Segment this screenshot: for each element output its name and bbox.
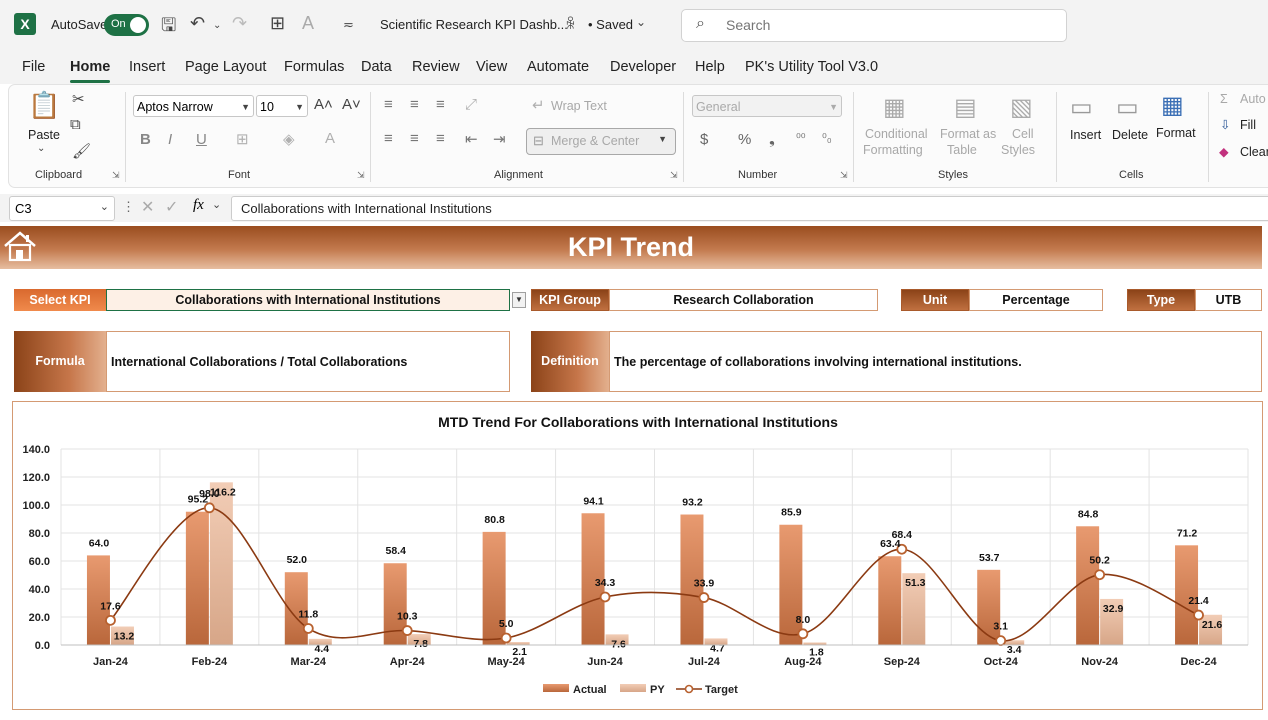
actual-data-label: 64.0 (89, 537, 110, 549)
target-data-label: 50.2 (1089, 555, 1110, 567)
target-data-label: 11.8 (298, 608, 318, 620)
target-data-label: 10.3 (397, 611, 418, 623)
target-point[interactable] (302, 623, 314, 634)
legend-actual-swatch (543, 684, 569, 692)
actual-data-label: 84.8 (1078, 508, 1099, 520)
actual-data-label: 52.0 (287, 554, 308, 566)
x-tick-label: Aug-24 (784, 656, 822, 668)
legend-target-marker (684, 684, 694, 694)
legend-py-swatch (620, 684, 646, 692)
y-tick-label: 80.0 (29, 528, 50, 540)
legend-actual-label: Actual (573, 684, 607, 696)
x-tick-label: Apr-24 (390, 656, 426, 668)
target-point[interactable] (797, 628, 809, 640)
actual-bar[interactable] (878, 556, 902, 645)
y-tick-label: 60.0 (29, 556, 50, 568)
py-data-label: 21.6 (1202, 619, 1223, 631)
x-tick-label: Feb-24 (192, 656, 228, 668)
target-data-label: 5.0 (499, 618, 514, 630)
target-data-label: 68.4 (892, 529, 913, 541)
target-point[interactable] (1094, 569, 1106, 581)
target-point[interactable] (401, 625, 413, 636)
chart-title: MTD Trend For Collaborations with Intern… (438, 414, 838, 430)
actual-bar[interactable] (185, 511, 209, 645)
y-tick-label: 120.0 (22, 472, 50, 484)
x-tick-label: Jun-24 (587, 656, 623, 668)
actual-data-label: 94.1 (583, 495, 604, 507)
py-data-label: 32.9 (1103, 603, 1124, 615)
actual-bar[interactable] (977, 569, 1001, 645)
x-tick-label: Oct-24 (984, 656, 1019, 668)
py-data-label: 7.6 (611, 638, 626, 650)
mtd-trend-chart: MTD Trend For Collaborations with Intern… (22, 414, 1249, 696)
x-tick-label: Sep-24 (884, 656, 921, 668)
py-data-label: 3.4 (1007, 644, 1022, 656)
target-data-label: 33.9 (694, 578, 715, 590)
target-data-label: 17.6 (100, 600, 121, 612)
target-point[interactable] (698, 592, 710, 603)
target-data-label: 34.3 (595, 577, 616, 589)
actual-bar[interactable] (1076, 526, 1100, 645)
py-data-label: 13.2 (114, 631, 135, 643)
legend-py-label: PY (650, 684, 665, 696)
target-point[interactable] (995, 635, 1007, 647)
target-data-label: 98.0 (199, 488, 220, 500)
target-data-label: 8.0 (796, 614, 811, 626)
actual-data-label: 53.7 (979, 552, 1000, 564)
actual-data-label: 85.9 (781, 507, 802, 519)
x-tick-label: Mar-24 (291, 656, 327, 668)
x-tick-label: Dec-24 (1181, 656, 1218, 668)
y-tick-label: 40.0 (29, 584, 50, 596)
actual-bar[interactable] (779, 524, 803, 645)
py-data-label: 4.7 (710, 642, 725, 654)
actual-data-label: 80.8 (484, 514, 505, 526)
target-point[interactable] (599, 591, 611, 603)
x-tick-label: Nov-24 (1081, 656, 1119, 668)
x-tick-label: May-24 (487, 656, 525, 668)
py-data-label: 51.3 (905, 577, 926, 589)
y-tick-label: 100.0 (22, 500, 50, 512)
actual-data-label: 93.2 (682, 497, 703, 509)
y-tick-label: 0.0 (35, 640, 50, 652)
target-data-label: 21.4 (1188, 595, 1209, 607)
x-tick-label: Jul-24 (688, 656, 721, 668)
target-point[interactable] (105, 614, 116, 626)
y-tick-label: 20.0 (29, 612, 50, 624)
target-data-label: 3.1 (993, 621, 1008, 633)
actual-data-label: 58.4 (385, 545, 406, 557)
y-tick-label: 140.0 (22, 444, 50, 456)
target-point[interactable] (500, 632, 512, 644)
legend-target-label: Target (705, 684, 738, 696)
x-tick-label: Jan-24 (93, 656, 129, 668)
actual-data-label: 71.2 (1177, 527, 1198, 539)
py-data-label: 7.8 (413, 638, 428, 650)
